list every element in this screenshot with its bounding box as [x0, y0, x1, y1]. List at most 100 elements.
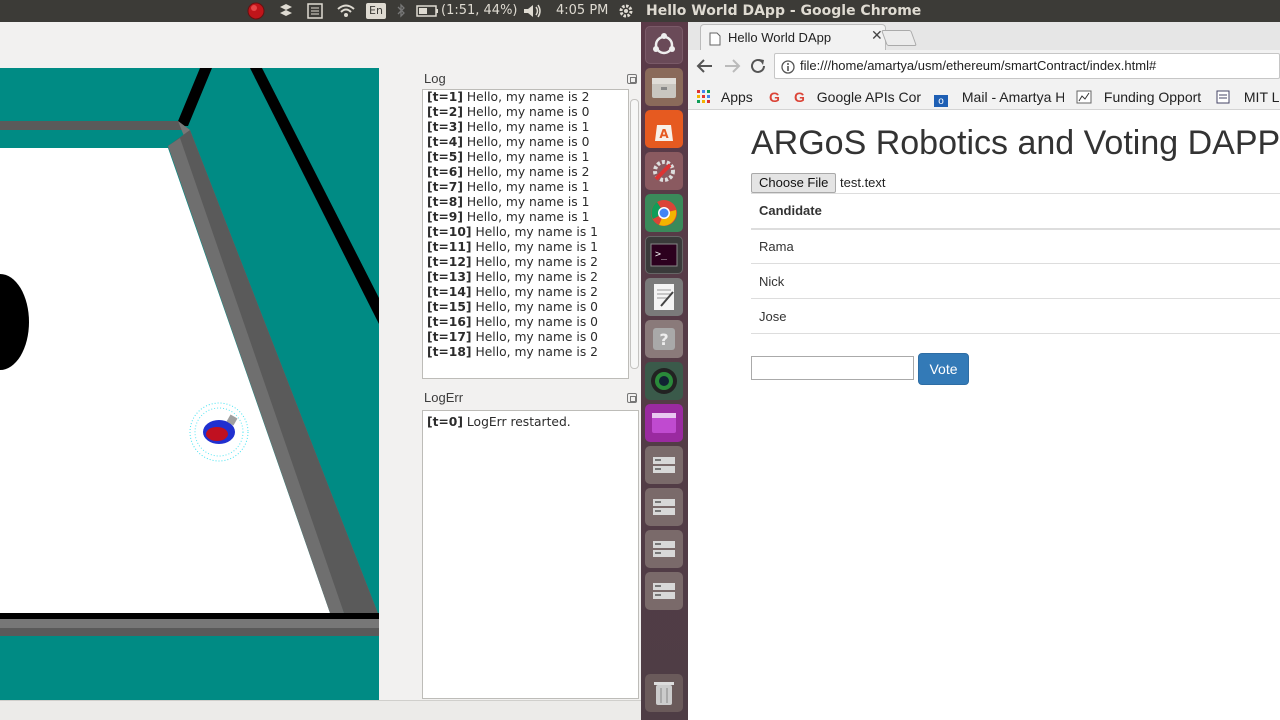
log-timestamp: [t=7]: [427, 180, 463, 194]
chrome-browser-icon[interactable]: [645, 194, 683, 232]
google-g-icon: G: [769, 89, 780, 105]
outlook-icon: o: [934, 95, 948, 107]
log-timestamp: [t=6]: [427, 165, 463, 179]
address-bar[interactable]: file:///home/amartya/usm/ethereum/smartC…: [774, 53, 1280, 79]
log-message: Hello, my name is 2: [466, 90, 590, 104]
terminal-icon[interactable]: >_: [645, 236, 683, 274]
candidate-column-header: Candidate: [751, 193, 1280, 230]
drive-icon-1[interactable]: [645, 446, 683, 484]
log-message: Hello, my name is 1: [466, 180, 590, 194]
top-panel: En (1:51, 44%) 4:05 PM Hello World DApp …: [0, 0, 1280, 22]
log-timestamp: [t=13]: [427, 270, 472, 284]
svg-text:A: A: [659, 127, 669, 141]
tab-hello-world-dapp[interactable]: Hello World DApp ✕: [700, 24, 886, 51]
log-message: Hello, my name is 0: [466, 135, 590, 149]
bookmark-google-apis[interactable]: G Google APIs Cor: [794, 87, 922, 107]
vote-button[interactable]: Vote: [918, 353, 969, 385]
bookmark-google[interactable]: G: [769, 87, 780, 107]
battery-icon[interactable]: [416, 0, 440, 22]
new-tab-button[interactable]: [881, 30, 917, 46]
help-icon[interactable]: ?: [645, 320, 683, 358]
clock[interactable]: 4:05 PM: [556, 0, 608, 22]
back-arrow-icon[interactable]: [696, 57, 714, 79]
bookmark-google-apis-label: Google APIs Cor: [816, 89, 922, 105]
text-editor-icon[interactable]: [645, 278, 683, 316]
tab-strip: Hello World DApp ✕: [688, 22, 1280, 51]
logerr-output[interactable]: [t=0] LogErr restarted.: [422, 410, 639, 699]
wifi-icon[interactable]: [336, 0, 356, 22]
log-line: [t=4] Hello, my name is 0: [423, 134, 628, 150]
log-float-icon[interactable]: [627, 74, 637, 84]
drive-icon-4[interactable]: [645, 572, 683, 610]
log-line: [t=11] Hello, my name is 1: [423, 239, 628, 255]
webcam-app-icon[interactable]: [645, 362, 683, 400]
keyboard-layout-indicator[interactable]: En: [366, 3, 386, 19]
log-message: Hello, my name is 0: [475, 330, 598, 344]
logerr-float-icon[interactable]: [627, 393, 637, 403]
drive-icon-2[interactable]: [645, 488, 683, 526]
log-line: [t=0] LogErr restarted.: [423, 411, 638, 429]
bluetooth-icon[interactable]: [395, 0, 407, 22]
trash-icon[interactable]: [645, 674, 683, 712]
notes-indicator-icon[interactable]: [306, 0, 324, 22]
choose-file-button[interactable]: Choose File: [751, 173, 837, 193]
log-line: [t=1] Hello, my name is 2: [423, 90, 628, 105]
log-scrollbar[interactable]: [629, 89, 640, 379]
dash-home-icon[interactable]: [645, 26, 683, 64]
log-line: [t=5] Hello, my name is 1: [423, 149, 628, 165]
google-g-icon: G: [794, 89, 805, 105]
log-timestamp: [t=2]: [427, 105, 463, 119]
candidates-table: Candidate Rama Nick Jose: [751, 193, 1280, 334]
log-message: Hello, my name is 0: [475, 300, 598, 314]
files-app-icon[interactable]: [645, 68, 683, 106]
dropbox-icon[interactable]: [277, 0, 295, 22]
settings-gear-icon[interactable]: [617, 0, 635, 22]
forward-arrow-icon[interactable]: [723, 57, 741, 79]
battery-status[interactable]: (1:51, 44%): [441, 0, 518, 22]
system-settings-icon[interactable]: [645, 152, 683, 190]
bookmark-apps-label: Apps: [720, 89, 753, 105]
log-line: [t=17] Hello, my name is 0: [423, 329, 628, 345]
document-icon: [1216, 90, 1230, 104]
log-timestamp: [t=8]: [427, 195, 463, 209]
reload-icon[interactable]: [749, 57, 767, 79]
browser-toolbar: file:///home/amartya/usm/ethereum/smartC…: [688, 50, 1280, 84]
page-content: ARGoS Robotics and Voting DAPP Choose Fi…: [688, 111, 1280, 720]
candidate-vote-input[interactable]: [751, 356, 914, 380]
table-row: Jose: [751, 298, 1280, 334]
volume-icon[interactable]: [521, 0, 543, 22]
bookmark-apps[interactable]: Apps: [697, 87, 753, 107]
log-line: [t=6] Hello, my name is 2: [423, 164, 628, 180]
software-center-icon[interactable]: A: [645, 110, 683, 148]
log-timestamp: [t=3]: [427, 120, 463, 134]
url-text[interactable]: file:///home/amartya/usm/ethereum/smartC…: [800, 58, 1156, 73]
selected-file-name: test.text: [840, 175, 886, 190]
app-window-icon[interactable]: [645, 404, 683, 442]
svg-text:>_: >_: [655, 249, 668, 260]
page-heading: ARGoS Robotics and Voting DAPP: [751, 124, 1280, 162]
chrome-window: Hello World DApp ✕ file:///home/amartya/…: [688, 22, 1280, 720]
record-indicator-icon[interactable]: [246, 0, 266, 22]
apps-grid-icon: [697, 90, 710, 103]
arena-3d-view[interactable]: [0, 68, 379, 700]
bookmark-mit[interactable]: MIT Li: [1216, 87, 1280, 107]
log-line: [t=9] Hello, my name is 1: [423, 209, 628, 225]
drive-icon-3[interactable]: [645, 530, 683, 568]
page-icon: [709, 31, 721, 50]
bookmark-mail[interactable]: o Mail - Amartya H: [934, 87, 1064, 107]
log-timestamp: [t=16]: [427, 315, 472, 329]
bookmark-mail-label: Mail - Amartya H: [961, 89, 1064, 105]
chart-icon: [1076, 90, 1092, 104]
bookmark-funding[interactable]: Funding Opport: [1076, 87, 1204, 107]
status-strip: [0, 700, 641, 720]
argos-simulator-window: Log [t=1] Hello, my name is 2 [t=2] Hello…: [0, 22, 641, 720]
log-message: Hello, my name is 1: [466, 150, 590, 164]
log-line: [t=18] Hello, my name is 2: [423, 344, 628, 360]
info-icon[interactable]: [781, 59, 795, 78]
log-panel-title: Log: [424, 71, 446, 86]
log-output[interactable]: [t=1] Hello, my name is 2 [t=2] Hello, my…: [422, 89, 629, 379]
log-timestamp: [t=11]: [427, 240, 472, 254]
log-scrollbar-thumb[interactable]: [630, 99, 639, 369]
log-message: Hello, my name is 1: [475, 240, 598, 254]
log-timestamp: [t=9]: [427, 210, 463, 224]
